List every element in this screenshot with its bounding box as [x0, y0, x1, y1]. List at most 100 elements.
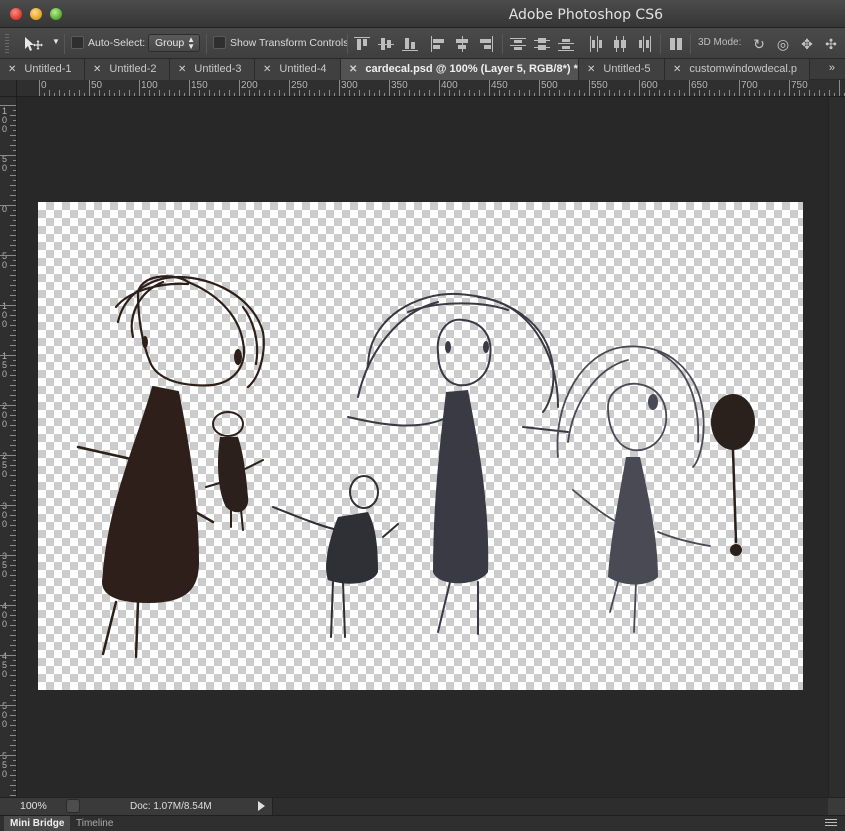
orbit-3d-icon[interactable]: ↻ [750, 35, 768, 53]
ruler-label: 150 [2, 351, 8, 379]
ruler-tick [10, 575, 16, 576]
horizontal-scrollbar[interactable] [272, 798, 828, 815]
ruler-tick [214, 93, 215, 96]
ruler-tick [274, 93, 275, 96]
distribute-vertical-centers-icon[interactable] [534, 36, 550, 52]
ruler-origin[interactable] [0, 80, 17, 97]
ruler-tick [449, 90, 450, 96]
ruler-tick [0, 755, 16, 756]
vertical-scrollbar[interactable] [828, 97, 845, 797]
tab-untitled-1[interactable]: ✕ Untitled-1 [0, 59, 85, 80]
close-tab-icon[interactable]: ✕ [93, 64, 101, 75]
tab-untitled-3[interactable]: ✕ Untitled-3 [170, 59, 255, 80]
auto-select-checkbox[interactable] [71, 36, 84, 49]
ruler-tick [174, 93, 175, 96]
ruler-tick [509, 90, 510, 96]
ruler-tick [13, 690, 16, 691]
ruler-tick [504, 93, 505, 96]
vertical-ruler[interactable]: 100 50 0 50 100 150 200 250 300 350 400 … [0, 97, 17, 797]
ruler-tick [419, 90, 420, 96]
play-arrow-icon[interactable] [258, 801, 265, 811]
ruler-tick [104, 93, 105, 96]
close-tab-icon[interactable]: ✕ [8, 64, 16, 75]
zoom-level[interactable]: 100% [20, 800, 47, 812]
ruler-tick [94, 93, 95, 96]
close-tab-icon[interactable]: ✕ [263, 64, 271, 75]
distribute-bottom-edges-icon[interactable] [558, 36, 574, 52]
ruler-tick [689, 80, 690, 96]
3d-mode-label: 3D Mode: [698, 37, 742, 48]
ruler-tick [13, 570, 16, 571]
distribute-horizontal-centers-icon[interactable] [612, 36, 628, 52]
show-transform-controls-checkbox[interactable] [213, 36, 226, 49]
panel-menu-icon[interactable] [825, 819, 837, 828]
ruler-tick [299, 90, 300, 96]
close-window-button[interactable] [10, 8, 22, 20]
tab-untitled-4[interactable]: ✕ Untitled-4 [255, 59, 341, 80]
tab-untitled-5[interactable]: ✕ Untitled-5 [579, 59, 665, 80]
pan-3d-icon[interactable]: ✥ [798, 35, 816, 53]
ruler-tick [10, 135, 16, 136]
ruler-tick [10, 375, 16, 376]
options-bar-grip[interactable] [5, 34, 9, 54]
tab-untitled-2[interactable]: ✕ Untitled-2 [85, 59, 170, 80]
align-vertical-centers-icon[interactable] [378, 36, 394, 52]
ruler-tick [319, 90, 320, 96]
ruler-tick [479, 90, 480, 96]
auto-select-target-dropdown[interactable]: Group ▲ ▼ [148, 34, 200, 52]
auto-align-layers-icon[interactable] [668, 36, 684, 52]
ruler-tick [334, 93, 335, 96]
distribute-left-edges-icon[interactable] [588, 36, 604, 52]
ruler-tick [13, 390, 16, 391]
ruler-tick [459, 90, 460, 96]
auto-select-target-value: Group [155, 37, 185, 49]
align-right-edges-icon[interactable] [478, 36, 494, 52]
align-top-edges-icon[interactable] [354, 36, 370, 52]
document-workspace[interactable] [17, 97, 828, 797]
distribute-top-edges-icon[interactable] [510, 36, 526, 52]
ruler-tick [649, 90, 650, 96]
ruler-tick [0, 705, 16, 706]
ruler-tick [454, 93, 455, 96]
ruler-tick [384, 93, 385, 96]
options-bar: ▼ Auto-Select: Group ▲ ▼ Show Transform C… [0, 28, 845, 59]
close-tab-icon[interactable]: ✕ [673, 64, 681, 75]
document-canvas[interactable] [38, 202, 803, 690]
ruler-tick [114, 93, 115, 96]
tab-cardecal-psd[interactable]: ✕ cardecal.psd @ 100% (Layer 5, RGB/8*) * [341, 59, 579, 80]
horizontal-ruler[interactable]: 0 50 100 150 200 250 300 350 400 450 500… [17, 80, 845, 97]
close-tab-icon[interactable]: ✕ [587, 64, 595, 75]
ruler-tick [699, 90, 700, 96]
tab-customwindowdecal[interactable]: ✕ customwindowdecal.p [665, 59, 810, 80]
minimize-window-button[interactable] [30, 8, 42, 20]
close-tab-icon[interactable]: ✕ [178, 64, 186, 75]
ruler-tick [0, 605, 16, 606]
ruler-tick [634, 93, 635, 96]
ruler-tick [10, 335, 16, 336]
tab-timeline[interactable]: Timeline [70, 816, 119, 831]
tabs-overflow-button[interactable]: » [829, 62, 835, 74]
tab-mini-bridge[interactable]: Mini Bridge [4, 816, 71, 831]
ruler-tick [10, 615, 16, 616]
ruler-tick [13, 190, 16, 191]
ruler-tick [289, 80, 290, 96]
ruler-tick [684, 93, 685, 96]
ruler-tick [424, 93, 425, 96]
slide-3d-icon[interactable]: ✣ [822, 35, 840, 53]
align-bottom-edges-icon[interactable] [402, 36, 418, 52]
ruler-tick [249, 90, 250, 96]
ruler-tick [10, 725, 16, 726]
distribute-right-edges-icon[interactable] [636, 36, 652, 52]
roll-3d-icon[interactable]: ◎ [774, 35, 792, 53]
status-info-button[interactable] [66, 799, 80, 813]
ruler-label: 100 [2, 106, 8, 134]
ruler-tick [719, 90, 720, 96]
align-horizontal-centers-icon[interactable] [454, 36, 470, 52]
ruler-tick [659, 90, 660, 96]
align-left-edges-icon[interactable] [430, 36, 446, 52]
ruler-tick [639, 80, 640, 96]
ruler-tick [794, 93, 795, 96]
close-tab-icon[interactable]: ✕ [349, 64, 357, 75]
tool-preset-picker[interactable]: ▼ [22, 35, 62, 53]
maximize-window-button[interactable] [50, 8, 62, 20]
